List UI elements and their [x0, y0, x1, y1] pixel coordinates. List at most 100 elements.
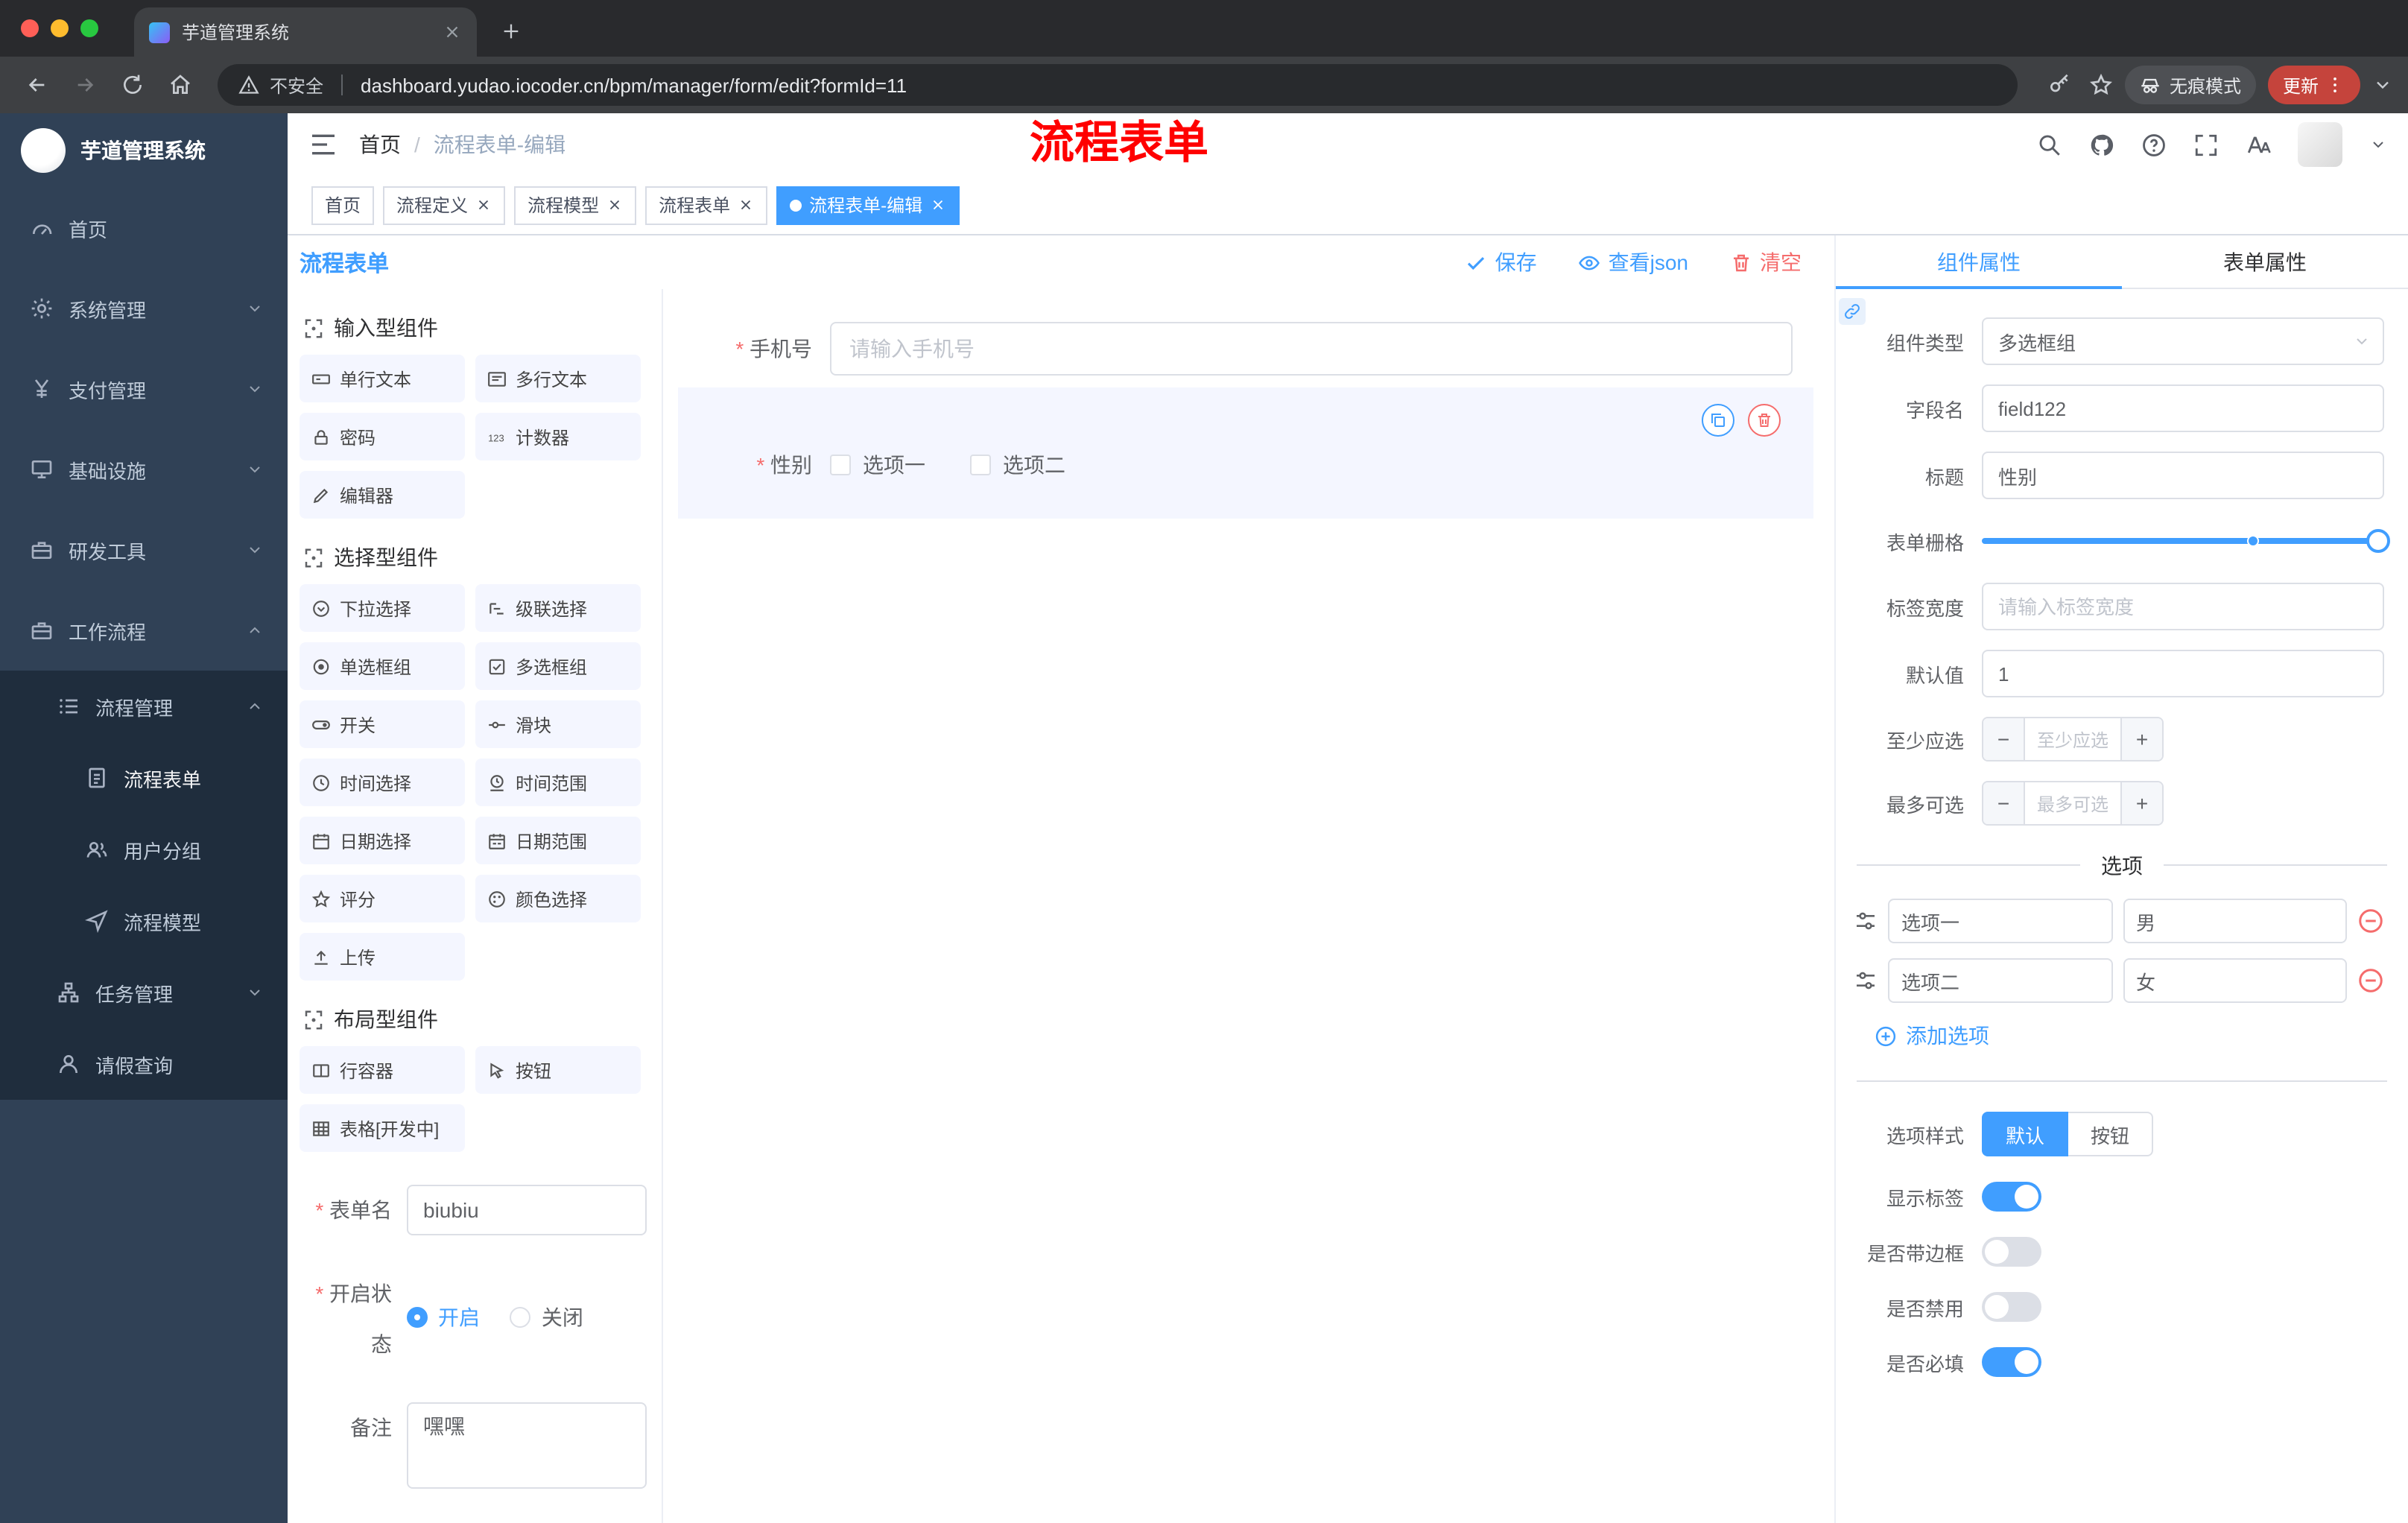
new-tab-button[interactable] — [492, 12, 530, 51]
border-switch[interactable] — [1982, 1237, 2041, 1267]
tag-home[interactable]: 首页 — [311, 186, 375, 224]
chevron-down-icon[interactable] — [2369, 136, 2387, 153]
palette-item-date-picker[interactable]: 日期选择 — [300, 817, 465, 864]
close-tag-icon[interactable] — [475, 197, 492, 213]
font-size-icon[interactable] — [2246, 132, 2271, 157]
remove-option-button[interactable] — [2357, 967, 2384, 994]
breadcrumb-home[interactable]: 首页 — [359, 130, 401, 159]
close-tag-icon[interactable] — [606, 197, 623, 213]
tag-process-model[interactable]: 流程模型 — [514, 186, 637, 224]
palette-item-switch[interactable]: 开关 — [300, 700, 465, 748]
bookmark-star-icon[interactable] — [2089, 73, 2113, 97]
palette-item-counter[interactable]: 计数器 — [475, 413, 641, 460]
form-grid-slider[interactable] — [1982, 519, 2390, 563]
option-value-input[interactable] — [2123, 899, 2347, 943]
avatar[interactable] — [2298, 122, 2342, 167]
chevron-down-icon[interactable] — [2372, 75, 2393, 95]
slider-handle[interactable] — [2366, 529, 2390, 553]
radio-status-on[interactable]: 开启 — [407, 1302, 480, 1332]
tag-process-definition[interactable]: 流程定义 — [383, 186, 506, 224]
drag-handle-icon[interactable] — [1854, 909, 1878, 933]
home-button[interactable] — [158, 63, 203, 107]
stepper-placeholder[interactable]: 最多可选 — [2025, 782, 2120, 824]
palette-item-time-range[interactable]: 时间范围 — [475, 759, 641, 806]
help-icon[interactable] — [2141, 132, 2167, 157]
decrease-button[interactable]: − — [1983, 782, 2025, 824]
palette-item-select[interactable]: 下拉选择 — [300, 584, 465, 632]
sidebar-item-workflow[interactable]: 工作流程 — [0, 590, 288, 671]
title-input[interactable] — [1982, 452, 2384, 499]
palette-item-button[interactable]: 按钮 — [475, 1046, 641, 1094]
style-button-button[interactable]: 按钮 — [2068, 1112, 2154, 1156]
key-icon[interactable] — [2047, 73, 2071, 97]
zoom-window-button[interactable] — [80, 19, 98, 37]
sidebar-item-devtools[interactable]: 研发工具 — [0, 510, 288, 590]
close-tab-icon[interactable] — [443, 22, 462, 42]
checkbox-option-1[interactable]: 选项一 — [830, 450, 925, 480]
option-label-input[interactable] — [1888, 899, 2112, 943]
checkbox-box[interactable] — [970, 455, 991, 475]
add-option-button[interactable]: 添加选项 — [1875, 1021, 2384, 1051]
minimize-window-button[interactable] — [51, 19, 69, 37]
palette-item-cascader[interactable]: 级联选择 — [475, 584, 641, 632]
view-json-button[interactable]: 查看json — [1579, 247, 1688, 277]
form-remark-textarea[interactable]: 嘿嘿 — [407, 1402, 647, 1489]
copy-widget-button[interactable] — [1702, 404, 1734, 437]
delete-widget-button[interactable] — [1748, 404, 1781, 437]
sidebar-item-process-form[interactable]: 流程表单 — [0, 742, 288, 814]
disabled-switch[interactable] — [1982, 1292, 2041, 1322]
clear-button[interactable]: 清空 — [1730, 247, 1802, 277]
tab-component-props[interactable]: 组件属性 — [1836, 235, 2122, 289]
palette-item-single-text[interactable]: 单行文本 — [300, 355, 465, 402]
palette-item-editor[interactable]: 编辑器 — [300, 471, 465, 519]
reload-button[interactable] — [110, 63, 155, 107]
tag-process-form-edit[interactable]: 流程表单-编辑 — [776, 186, 960, 224]
palette-item-color-picker[interactable]: 颜色选择 — [475, 875, 641, 922]
github-icon[interactable] — [2089, 132, 2114, 157]
checkbox-box[interactable] — [830, 455, 851, 475]
close-window-button[interactable] — [21, 19, 39, 37]
search-icon[interactable] — [2037, 132, 2062, 157]
canvas-field-gender-selected[interactable]: 性别 选项一 选项二 — [678, 387, 1813, 519]
palette-item-row-container[interactable]: 行容器 — [300, 1046, 465, 1094]
menu-dots-icon[interactable] — [2325, 75, 2345, 95]
tab-form-props[interactable]: 表单属性 — [2122, 235, 2408, 288]
url-bar[interactable]: 不安全 dashboard.yudao.iocoder.cn/bpm/manag… — [218, 64, 2018, 106]
palette-item-time-picker[interactable]: 时间选择 — [300, 759, 465, 806]
close-tag-icon[interactable] — [930, 197, 946, 213]
palette-item-checkbox-group[interactable]: 多选框组 — [475, 642, 641, 690]
sidebar-item-task-manage[interactable]: 任务管理 — [0, 957, 288, 1028]
phone-input[interactable] — [830, 322, 1793, 376]
palette-item-upload[interactable]: 上传 — [300, 933, 465, 981]
form-name-input[interactable] — [407, 1185, 647, 1235]
increase-button[interactable]: + — [2120, 782, 2162, 824]
fullscreen-icon[interactable] — [2193, 132, 2219, 157]
palette-item-password[interactable]: 密码 — [300, 413, 465, 460]
option-value-input[interactable] — [2123, 958, 2347, 1003]
sidebar-item-process-manage[interactable]: 流程管理 — [0, 671, 288, 742]
label-width-input[interactable] — [1982, 583, 2384, 630]
sidebar-item-payment[interactable]: 支付管理 — [0, 349, 288, 429]
option-label-input[interactable] — [1888, 958, 2112, 1003]
stepper-placeholder[interactable]: 至少应选 — [2025, 718, 2120, 760]
tag-process-form[interactable]: 流程表单 — [645, 186, 768, 224]
show-label-switch[interactable] — [1982, 1182, 2041, 1212]
field-name-input[interactable] — [1982, 384, 2384, 432]
radio-status-off[interactable]: 关闭 — [510, 1302, 583, 1332]
update-button[interactable]: 更新 — [2267, 66, 2360, 104]
link-icon[interactable] — [1839, 298, 1866, 325]
save-button[interactable]: 保存 — [1466, 247, 1537, 277]
app-logo[interactable]: 芋道管理系统 — [0, 113, 288, 188]
sidebar-item-process-model[interactable]: 流程模型 — [0, 885, 288, 957]
close-tag-icon[interactable] — [738, 197, 754, 213]
required-switch[interactable] — [1982, 1347, 2041, 1377]
canvas-field-phone[interactable]: 手机号 — [678, 322, 1813, 376]
palette-item-rate[interactable]: 评分 — [300, 875, 465, 922]
default-value-input[interactable] — [1982, 650, 2384, 697]
palette-item-table[interactable]: 表格[开发中] — [300, 1104, 465, 1152]
slider-track[interactable] — [1982, 538, 2381, 544]
sidebar-item-system[interactable]: 系统管理 — [0, 268, 288, 349]
hamburger-icon[interactable] — [308, 130, 338, 159]
palette-item-date-range[interactable]: 日期范围 — [475, 817, 641, 864]
increase-button[interactable]: + — [2120, 718, 2162, 760]
